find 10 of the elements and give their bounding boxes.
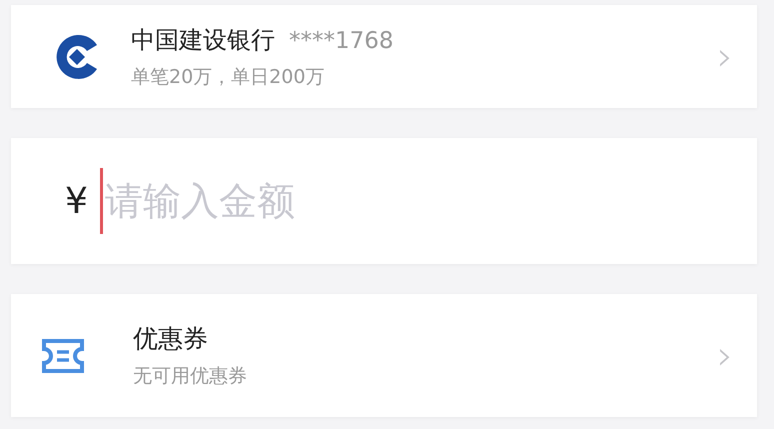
card-number: ****1768 xyxy=(289,28,394,54)
chevron-icon[interactable]: › xyxy=(717,336,757,376)
chevron-icon[interactable]: › xyxy=(717,36,757,76)
bank-name: 中国建设银行 xyxy=(131,24,275,56)
text-cursor xyxy=(100,168,103,234)
transfer-limit: 单笔20万，单日200万 xyxy=(131,64,326,90)
ticket-icon xyxy=(41,338,85,374)
currency-symbol: ¥ xyxy=(65,180,88,222)
coupon-title: 优惠券 xyxy=(133,323,209,355)
coupon-status: 无可用优惠券 xyxy=(133,364,248,389)
